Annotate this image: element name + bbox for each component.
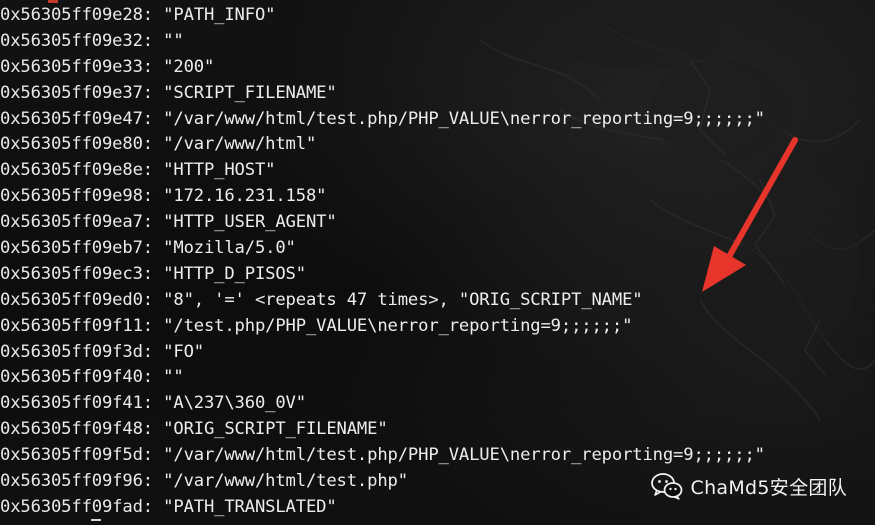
memory-line: 0x56305ff09ec3: "HTTP_D_PISOS" [0, 262, 765, 288]
memory-line: 0x56305ff09eb7: "Mozilla/5.0" [0, 236, 765, 262]
memory-address: 0x56305ff09fad: [0, 496, 153, 517]
memory-string: "8", '=' <repeats 47 times>, "ORIG_SCRIP… [163, 289, 643, 310]
watermark: ChaMd5安全团队 [650, 472, 848, 500]
memory-address: 0x56305ff09e98: [0, 186, 153, 207]
memory-address: 0x56305ff09e28: [0, 5, 153, 25]
memory-address: 0x56305ff09f40: [0, 367, 153, 388]
memory-string: "HTTP_HOST" [163, 160, 276, 181]
memory-string: "200" [163, 56, 215, 77]
memory-line: 0x56305ff09e98: "172.16.231.158" [0, 184, 765, 210]
memory-address: 0x56305ff09e32: [0, 30, 153, 51]
memory-address: 0x56305ff09eb7: [0, 238, 153, 259]
memory-string: "/var/www/html" [163, 134, 317, 155]
debug-memory-output: 0x56305ff09e28: "PATH_INFO" 0x56305ff09e… [0, 3, 765, 521]
memory-string: "" [163, 30, 184, 51]
memory-line: 0x56305ff09e37: "SCRIPT_FILENAME" [0, 81, 765, 107]
memory-line: 0x56305ff09e28: "PATH_INFO" [0, 3, 765, 29]
memory-address: 0x56305ff09f48: [0, 419, 153, 440]
memory-line: 0x56305ff09e8e: "HTTP_HOST" [0, 158, 765, 184]
memory-address: 0x56305ff09e80: [0, 134, 153, 155]
memory-string: "SCRIPT_FILENAME" [163, 82, 337, 103]
memory-line: 0x56305ff09f48: "ORIG_SCRIPT_FILENAME" [0, 417, 765, 443]
memory-string: "A\237\360_0V" [163, 393, 306, 414]
memory-address: 0x56305ff09e8e: [0, 160, 153, 181]
memory-line: 0x56305ff09f3d: "FO" [0, 340, 765, 366]
memory-address: 0x56305ff09f3d: [0, 341, 153, 362]
memory-line: 0x56305ff09e47: "/var/www/html/test.php/… [0, 107, 765, 133]
memory-address: 0x56305ff09e47: [0, 108, 153, 129]
memory-string: "HTTP_D_PISOS" [163, 263, 306, 284]
memory-string: "Mozilla/5.0" [163, 238, 296, 259]
memory-string: "/var/www/html/test.php/PHP_VALUE\nerror… [163, 445, 765, 466]
memory-string: "/var/www/html/test.php/PHP_VALUE\nerror… [163, 108, 765, 129]
memory-line: 0x56305ff09f41: "A\237\360_0V" [0, 391, 765, 417]
memory-line: 0x56305ff09e80: "/var/www/html" [0, 132, 765, 158]
memory-line: 0x56305ff09e32: "" [0, 29, 765, 55]
memory-line: 0x56305ff09f11: "/test.php/PHP_VALUE\ner… [0, 314, 765, 340]
memory-line: 0x56305ff09ea7: "HTTP_USER_AGENT" [0, 210, 765, 236]
memory-address: 0x56305ff09e33: [0, 56, 153, 77]
memory-string: "PATH_TRANSLATED" [163, 496, 337, 517]
memory-address: 0x56305ff09f96: [0, 471, 153, 492]
memory-string: "" [163, 367, 184, 388]
memory-line: 0x56305ff09f40: "" [0, 365, 765, 391]
memory-address: 0x56305ff09f41: [0, 393, 153, 414]
terminal-cursor [91, 519, 101, 521]
terminal-window[interactable]: 0x56305ff09e28: "PATH_INFO" 0x56305ff09e… [0, 0, 875, 525]
memory-string: "HTTP_USER_AGENT" [163, 212, 337, 233]
watermark-text: ChaMd5安全团队 [690, 476, 847, 499]
memory-string: "PATH_INFO" [163, 5, 276, 25]
memory-line: 0x56305ff09e33: "200" [0, 55, 765, 81]
memory-string: "ORIG_SCRIPT_FILENAME" [163, 419, 388, 440]
memory-address: 0x56305ff09f5d: [0, 445, 153, 466]
memory-address: 0x56305ff09e37: [0, 82, 153, 103]
memory-address: 0x56305ff09f11: [0, 315, 153, 336]
memory-line: 0x56305ff09f5d: "/var/www/html/test.php/… [0, 443, 765, 469]
memory-line: 0x56305ff09ed0: "8", '=' <repeats 47 tim… [0, 288, 765, 314]
memory-string: "172.16.231.158" [163, 186, 327, 207]
memory-string: "/test.php/PHP_VALUE\nerror_reporting=9;… [163, 315, 633, 336]
memory-string: "/var/www/html/test.php" [163, 471, 408, 492]
memory-string: "FO" [163, 341, 204, 362]
memory-address: 0x56305ff09ea7: [0, 212, 153, 233]
wechat-icon [650, 473, 682, 500]
memory-address: 0x56305ff09ec3: [0, 263, 153, 284]
memory-address: 0x56305ff09ed0: [0, 289, 153, 310]
